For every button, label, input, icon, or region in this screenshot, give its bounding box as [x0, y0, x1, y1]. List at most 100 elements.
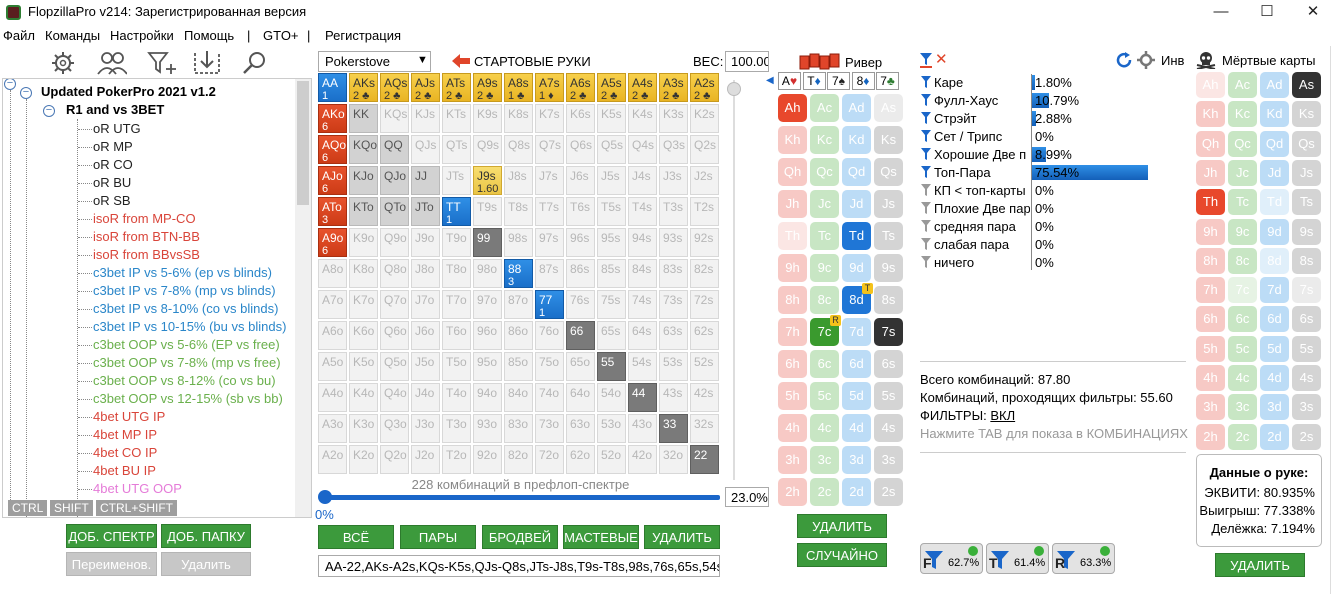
- filters-toggle[interactable]: ВКЛ: [990, 408, 1015, 423]
- card-8s[interactable]: 8s: [1292, 247, 1321, 274]
- suited-button[interactable]: МАСТЕВЫЕ: [563, 525, 639, 549]
- hand-cell[interactable]: 76s: [566, 290, 595, 319]
- hand-cell[interactable]: 96o: [473, 321, 502, 350]
- select-all-button[interactable]: ВСЁ: [318, 525, 394, 549]
- hand-cell[interactable]: J8s: [504, 166, 533, 195]
- tree-item[interactable]: oR SB: [93, 193, 131, 208]
- delete-range-button[interactable]: Удалить: [161, 552, 251, 576]
- hand-cell[interactable]: QQ: [380, 135, 409, 164]
- card-Jc[interactable]: Jc: [810, 190, 839, 218]
- tree-item[interactable]: c3bet IP vs 8-10% (co vs blinds): [93, 301, 278, 316]
- tree-item[interactable]: isoR from MP-CO: [93, 211, 196, 226]
- hand-cell[interactable]: TT 1: [442, 197, 471, 226]
- hand-cell[interactable]: 65o: [566, 352, 595, 381]
- hand-cell[interactable]: 53s: [659, 352, 688, 381]
- hand-cell[interactable]: T6s: [566, 197, 595, 226]
- hand-cell[interactable]: Q3s: [659, 135, 688, 164]
- stat-label[interactable]: Стрэйт: [934, 111, 1030, 126]
- card-Kh[interactable]: Kh: [1196, 101, 1225, 128]
- hand-cell[interactable]: KTo: [349, 197, 378, 226]
- card-4h[interactable]: 4h: [778, 414, 807, 442]
- tree-item[interactable]: 4bet MP IP: [93, 427, 157, 442]
- hand-cell[interactable]: K8o: [349, 259, 378, 288]
- card-3s[interactable]: 3s: [1292, 394, 1321, 421]
- hand-cell[interactable]: 54s: [628, 352, 657, 381]
- tree-item[interactable]: 4bet UTG OOP: [93, 481, 182, 496]
- tree-item[interactable]: c3bet OOP vs 7-8% (mp vs free): [93, 355, 281, 370]
- maximize-icon[interactable]: ☐: [1244, 0, 1290, 26]
- card-Qd[interactable]: Qd: [1260, 130, 1289, 157]
- hand-cell[interactable]: 73o: [535, 414, 564, 443]
- hand-cell[interactable]: Q4s: [628, 135, 657, 164]
- card-5h[interactable]: 5h: [778, 382, 807, 410]
- hand-cell[interactable]: 63s: [659, 321, 688, 350]
- card-8d[interactable]: 8d T: [842, 283, 873, 314]
- hand-cell[interactable]: T8o: [442, 259, 471, 288]
- card-5d[interactable]: 5d: [842, 382, 871, 410]
- card-Kd[interactable]: Kd: [842, 126, 871, 154]
- refresh-icon[interactable]: [1115, 51, 1133, 69]
- users-icon[interactable]: [97, 50, 127, 76]
- hand-cell[interactable]: K9s: [473, 104, 502, 133]
- hand-cell[interactable]: A8s 1 ♣: [504, 73, 533, 102]
- card-Ac[interactable]: Ac: [1228, 72, 1257, 98]
- card-7h[interactable]: 7h: [778, 318, 807, 346]
- card-Qc[interactable]: Qc: [810, 158, 839, 186]
- card-3d[interactable]: 3d: [842, 446, 871, 474]
- card-6c[interactable]: 6c: [810, 350, 839, 378]
- hand-cell[interactable]: 52o: [597, 445, 626, 474]
- hand-cell[interactable]: 55: [597, 352, 626, 381]
- hand-cell[interactable]: A9s 2 ♣: [473, 73, 502, 102]
- hand-cell[interactable]: QTo: [380, 197, 409, 226]
- collapse-icon[interactable]: −: [43, 105, 55, 117]
- card-Jd[interactable]: Jd: [1260, 159, 1289, 186]
- tree-item[interactable]: oR BU: [93, 175, 131, 190]
- hand-cell[interactable]: 74o: [535, 383, 564, 412]
- card-Kc[interactable]: Kc: [810, 126, 839, 154]
- card-5s[interactable]: 5s: [1292, 335, 1321, 362]
- card-5c[interactable]: 5c: [810, 382, 839, 410]
- card-Th[interactable]: Th: [1196, 189, 1225, 216]
- hand-cell[interactable]: KJo: [349, 166, 378, 195]
- hand-cell[interactable]: 96s: [566, 228, 595, 257]
- hand-cell[interactable]: 98o: [473, 259, 502, 288]
- settings-icon[interactable]: [1137, 51, 1155, 69]
- card-4c[interactable]: 4c: [1228, 365, 1257, 391]
- hand-cell[interactable]: AKo 6: [318, 104, 347, 133]
- hand-cell[interactable]: A2s 2 ♣: [690, 73, 719, 102]
- menu-file[interactable]: Файл: [3, 28, 35, 43]
- hand-cell[interactable]: AA 1: [318, 73, 347, 102]
- hand-cell[interactable]: 42o: [628, 445, 657, 474]
- board-slot[interactable]: 7♠: [827, 72, 850, 90]
- card-6h[interactable]: 6h: [1196, 306, 1225, 333]
- hand-cell[interactable]: K6o: [349, 321, 378, 350]
- card-8c[interactable]: 8c: [1228, 247, 1257, 274]
- street-chip[interactable]: F 62.7%: [920, 543, 983, 574]
- tree-item[interactable]: 4bet UTG IP: [93, 409, 165, 424]
- hand-cell[interactable]: A5s 2 ♣: [597, 73, 626, 102]
- hand-cell[interactable]: Q8s: [504, 135, 533, 164]
- hand-cell[interactable]: J6s: [566, 166, 595, 195]
- hand-cell[interactable]: Q9s: [473, 135, 502, 164]
- hand-cell[interactable]: K9o: [349, 228, 378, 257]
- range-text-input[interactable]: AA-22,AKs-A2s,KQs-K5s,QJs-Q8s,JTs-J8s,T9…: [318, 555, 720, 577]
- hand-cell[interactable]: Q8o: [380, 259, 409, 288]
- card-Ac[interactable]: Ac: [810, 94, 839, 122]
- card-2h[interactable]: 2h: [1196, 423, 1225, 450]
- gear-icon[interactable]: [48, 50, 78, 76]
- hand-cell[interactable]: J3o: [411, 414, 440, 443]
- hand-cell[interactable]: J7o: [411, 290, 440, 319]
- hand-cell[interactable]: K2o: [349, 445, 378, 474]
- hand-cell[interactable]: 97o: [473, 290, 502, 319]
- card-3d[interactable]: 3d: [1260, 394, 1289, 421]
- clear-filter-icon[interactable]: ✕: [935, 50, 948, 68]
- hand-cell[interactable]: K4o: [349, 383, 378, 412]
- hand-cell[interactable]: AJs 2 ♣: [411, 73, 440, 102]
- hand-cell[interactable]: 72s: [690, 290, 719, 319]
- random-board-button[interactable]: СЛУЧАЙНО: [797, 543, 887, 567]
- hand-cell[interactable]: T2s: [690, 197, 719, 226]
- hand-cell[interactable]: T3o: [442, 414, 471, 443]
- hand-cell[interactable]: 73s: [659, 290, 688, 319]
- card-4s[interactable]: 4s: [874, 414, 903, 442]
- hand-cell[interactable]: 75s: [597, 290, 626, 319]
